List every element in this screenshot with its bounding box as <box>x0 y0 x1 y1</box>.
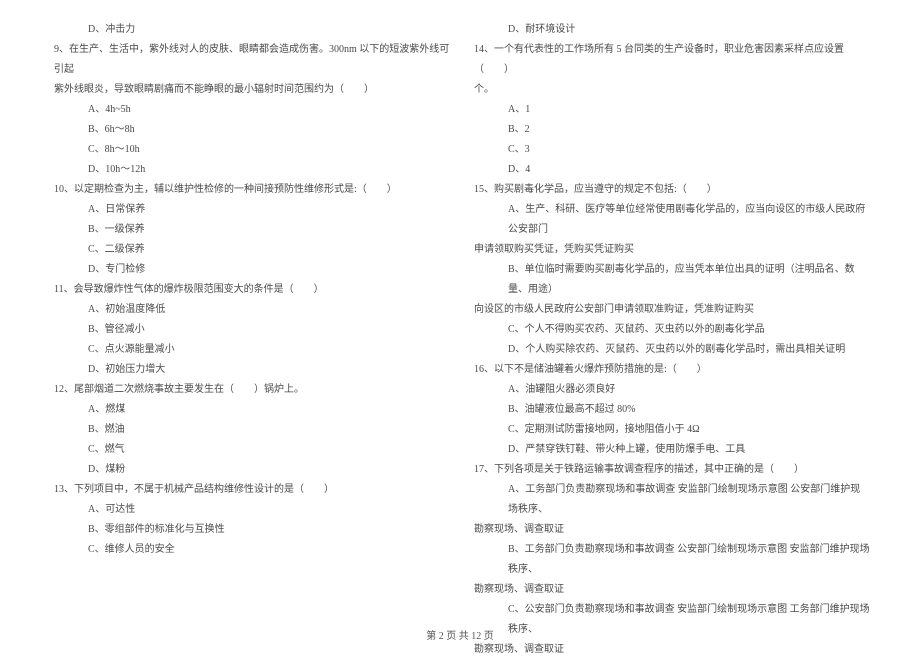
q9-option-d: D、10h～12h <box>50 160 450 180</box>
q10-option-d: D、专门检修 <box>50 260 450 280</box>
page-footer: 第 2 页 共 12 页 <box>0 627 920 642</box>
left-column: D、冲击力 9、在生产、生活中，紫外线对人的皮肤、眼睛都会造成伤害。300nm … <box>40 20 460 590</box>
question-15: 15、购买剧毒化学品，应当遵守的规定不包括:（ ） <box>470 180 870 200</box>
q12-option-d: D、煤粉 <box>50 460 450 480</box>
q11-option-b: B、管径减小 <box>50 320 450 340</box>
q9-option-a: A、4h~5h <box>50 100 450 120</box>
q12-option-c: C、燃气 <box>50 440 450 460</box>
q14-option-a: A、1 <box>470 100 870 120</box>
q15-option-a-cont: 申请领取购买凭证，凭购买凭证购买 <box>470 240 870 260</box>
q14-option-c: C、3 <box>470 140 870 160</box>
q15-option-d: D、个人购买除农药、灭鼠药、灭虫药以外的剧毒化学品时，需出具相关证明 <box>470 340 870 360</box>
q16-option-d: D、严禁穿铁钉鞋、带火种上罐，使用防爆手电、工具 <box>470 440 870 460</box>
question-9: 9、在生产、生活中，紫外线对人的皮肤、眼睛都会造成伤害。300nm 以下的短波紫… <box>50 40 450 80</box>
q11-option-a: A、初始温度降低 <box>50 300 450 320</box>
q15-option-b-cont: 向设区的市级人民政府公安部门申请领取准购证，凭准购证购买 <box>470 300 870 320</box>
q16-option-b: B、油罐液位最高不超过 80% <box>470 400 870 420</box>
q17-option-c-cont: 勘察现场、调查取证 <box>470 640 870 660</box>
q15-option-c: C、个人不得购买农药、灭鼠药、灭虫药以外的剧毒化学品 <box>470 320 870 340</box>
q17-option-b-cont: 勘察现场、调查取证 <box>470 580 870 600</box>
right-column: D、耐环境设计 14、一个有代表性的工作场所有 5 台同类的生产设备时，职业危害… <box>460 20 880 590</box>
q10-option-b: B、一级保养 <box>50 220 450 240</box>
q11-option-d: D、初始压力增大 <box>50 360 450 380</box>
question-16: 16、以下不是储油罐着火爆炸预防措施的是:（ ） <box>470 360 870 380</box>
q16-option-a: A、油罐阻火器必须良好 <box>470 380 870 400</box>
q10-option-a: A、日常保养 <box>50 200 450 220</box>
q9-option-c: C、8h～10h <box>50 140 450 160</box>
question-10: 10、以定期检查为主，辅以维护性检修的一种间接预防性维修形式是:（ ） <box>50 180 450 200</box>
q13-option-a: A、可达性 <box>50 500 450 520</box>
q16-option-c: C、定期测试防雷接地网，接地阻值小于 4Ω <box>470 420 870 440</box>
q13-option-c: C、维修人员的安全 <box>50 540 450 560</box>
question-12: 12、尾部烟道二次燃烧事故主要发生在（ ）锅炉上。 <box>50 380 450 400</box>
q12-option-a: A、燃煤 <box>50 400 450 420</box>
q17-option-b: B、工务部门负责勘察现场和事故调查 公安部门绘制现场示意图 安监部门维护现场秩序… <box>470 540 870 580</box>
q12-option-b: B、燃油 <box>50 420 450 440</box>
q17-option-a-cont: 勘察现场、调查取证 <box>470 520 870 540</box>
q14-option-d: D、4 <box>470 160 870 180</box>
prev-option-d: D、冲击力 <box>50 20 450 40</box>
q15-option-b: B、单位临时需要购买剧毒化学品的，应当凭本单位出具的证明（注明品名、数量、用途） <box>470 260 870 300</box>
question-11: 11、会导致爆炸性气体的爆炸极限范围变大的条件是（ ） <box>50 280 450 300</box>
question-13: 13、下列项目中，不属于机械产品结构维修性设计的是（ ） <box>50 480 450 500</box>
q13-option-d: D、耐环境设计 <box>470 20 870 40</box>
question-14-cont: 个。 <box>470 80 870 100</box>
question-17: 17、下列各项是关于铁路运输事故调查程序的描述，其中正确的是（ ） <box>470 460 870 480</box>
page-content: D、冲击力 9、在生产、生活中，紫外线对人的皮肤、眼睛都会造成伤害。300nm … <box>0 0 920 620</box>
q13-option-b: B、零组部件的标准化与互换性 <box>50 520 450 540</box>
question-14: 14、一个有代表性的工作场所有 5 台同类的生产设备时，职业危害因素采样点应设置… <box>470 40 870 80</box>
q9-option-b: B、6h～8h <box>50 120 450 140</box>
q10-option-c: C、二级保养 <box>50 240 450 260</box>
q17-option-a: A、工务部门负责勘察现场和事故调查 安监部门绘制现场示意图 公安部门维护现场秩序… <box>470 480 870 520</box>
q11-option-c: C、点火源能量减小 <box>50 340 450 360</box>
q14-option-b: B、2 <box>470 120 870 140</box>
question-9-cont: 紫外线眼炎，导致眼睛剧痛而不能睁眼的最小辐射时间范围约为（ ） <box>50 80 450 100</box>
q15-option-a: A、生产、科研、医疗等单位经常使用剧毒化学品的，应当向设区的市级人民政府公安部门 <box>470 200 870 240</box>
